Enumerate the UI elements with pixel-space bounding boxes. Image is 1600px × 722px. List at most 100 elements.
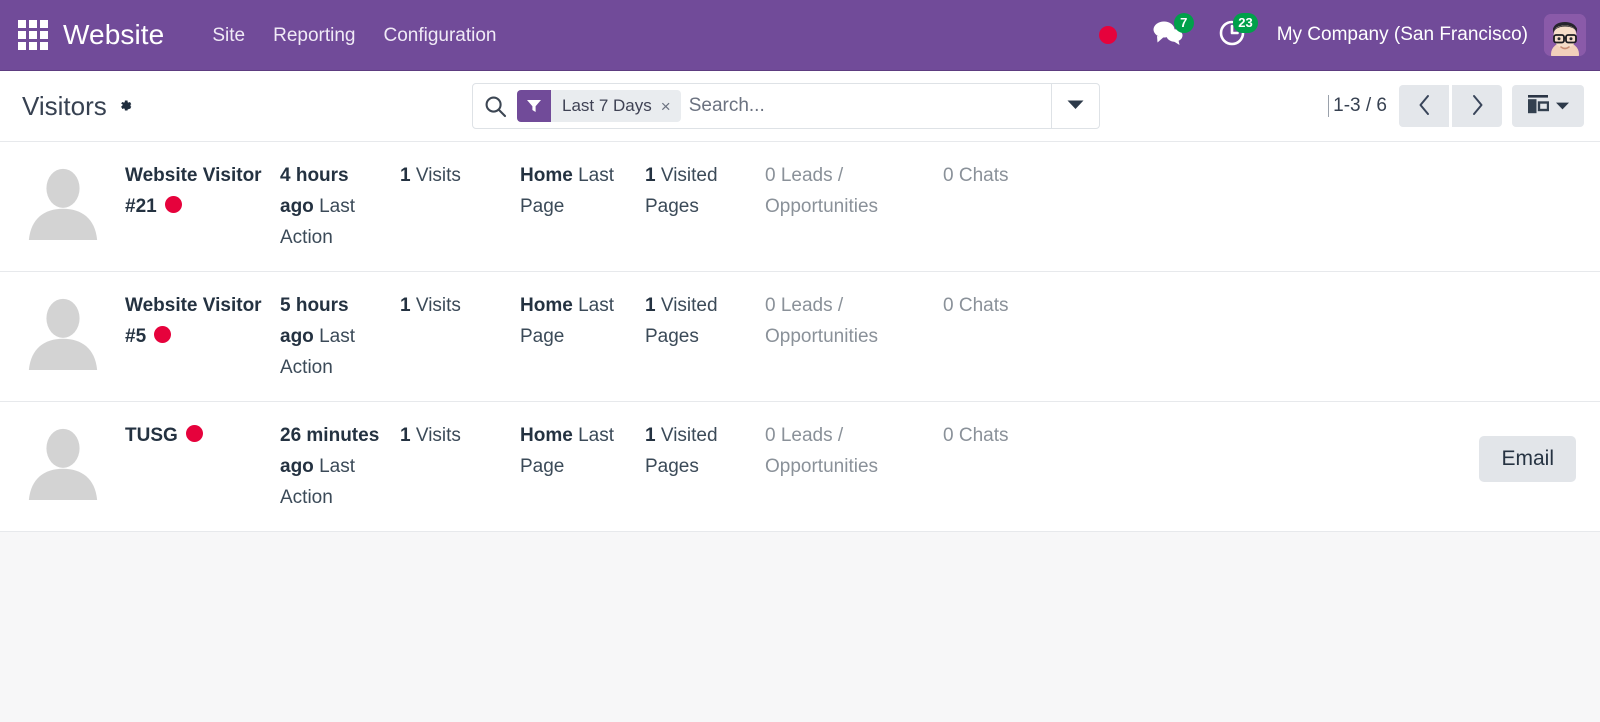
visited-pages-value: 1 xyxy=(645,425,656,446)
activities-button[interactable]: 23 xyxy=(1207,13,1258,55)
search-icon xyxy=(473,95,517,118)
menu-item-site[interactable]: Site xyxy=(198,18,259,53)
pager-next-button[interactable] xyxy=(1452,85,1502,127)
visitor-placeholder-avatar xyxy=(0,290,125,370)
email-button[interactable]: Email xyxy=(1479,436,1576,482)
chats-cell: 0 Chats xyxy=(943,290,1063,321)
visits-value: 1 xyxy=(400,165,411,186)
navbar-right-group: 7 23 My Company (San Francisco) xyxy=(1098,13,1586,56)
table-row[interactable]: Website Visitor #5 5 hours ago Last Acti… xyxy=(0,272,1600,402)
app-brand-website[interactable]: Website xyxy=(63,21,164,49)
visits-cell: 1 Visits xyxy=(400,420,520,451)
leads-value: 0 xyxy=(765,295,776,316)
chats-cell: 0 Chats xyxy=(943,420,1063,451)
visited-pages-label: Visited Pages xyxy=(645,425,718,477)
chats-value: 0 xyxy=(943,295,954,316)
visitor-name: TUSG xyxy=(125,425,178,446)
visitor-name-cell: Website Visitor #21 xyxy=(125,160,280,222)
control-panel: Visitors Last 7 Days × Search... 1-3 / 6 xyxy=(0,71,1600,142)
chats-label: Chats xyxy=(958,165,1009,186)
row-actions: Email xyxy=(1479,420,1584,482)
leads-value: 0 xyxy=(765,425,776,446)
list-empty-area xyxy=(0,532,1600,622)
chevron-right-icon xyxy=(1470,94,1485,119)
control-panel-right: 1-3 / 6 xyxy=(1328,85,1584,127)
leads-label: Leads / Opportunities xyxy=(765,295,879,347)
last-page-cell: Home Last Page xyxy=(520,290,645,352)
visited-pages-cell: 1 Visited Pages xyxy=(645,160,765,222)
menu-item-configuration[interactable]: Configuration xyxy=(369,18,510,53)
breadcrumb: Visitors xyxy=(22,91,137,122)
avatar[interactable] xyxy=(1544,14,1586,56)
pager-range[interactable]: 1-3 / 6 xyxy=(1328,95,1399,117)
caret-down-icon xyxy=(1556,97,1569,115)
last-page-cell: Home Last Page xyxy=(520,160,645,222)
visited-pages-label: Visited Pages xyxy=(645,165,718,217)
table-row[interactable]: TUSG 26 minutes ago Last Action 1 Visits… xyxy=(0,402,1600,532)
visitor-name: Website Visitor #5 xyxy=(125,295,262,347)
visitors-list: Website Visitor #21 4 hours ago Last Act… xyxy=(0,142,1600,532)
view-switcher[interactable] xyxy=(1512,85,1584,127)
menu-item-reporting[interactable]: Reporting xyxy=(259,18,369,53)
company-switcher[interactable]: My Company (San Francisco) xyxy=(1277,24,1528,46)
leads-cell: 0 Leads / Opportunities xyxy=(765,420,943,482)
last-page-cell: Home Last Page xyxy=(520,420,645,482)
last-action-cell: 5 hours ago Last Action xyxy=(280,290,400,383)
visited-pages-value: 1 xyxy=(645,295,656,316)
kanban-view-icon xyxy=(1527,94,1550,119)
gear-icon[interactable] xyxy=(117,96,137,116)
leads-value: 0 xyxy=(765,165,776,186)
last-page-value: Home xyxy=(520,425,573,446)
apps-grid-icon[interactable] xyxy=(18,20,48,50)
search-input[interactable] xyxy=(688,91,1051,121)
last-page-value: Home xyxy=(520,165,573,186)
visited-pages-cell: 1 Visited Pages xyxy=(645,420,765,482)
facet-remove-icon[interactable]: × xyxy=(661,98,681,115)
last-action-cell: 4 hours ago Last Action xyxy=(280,160,400,253)
chats-label: Chats xyxy=(958,425,1009,446)
visitor-placeholder-avatar xyxy=(0,420,125,500)
connected-status-icon xyxy=(185,425,203,442)
leads-cell: 0 Leads / Opportunities xyxy=(765,160,943,222)
visitor-name: Website Visitor #21 xyxy=(125,165,262,217)
messages-button[interactable]: 7 xyxy=(1143,13,1194,55)
top-navbar: Website Site Reporting Configuration 7 2… xyxy=(0,0,1600,71)
last-page-value: Home xyxy=(520,295,573,316)
chats-value: 0 xyxy=(943,425,954,446)
last-action-cell: 26 minutes ago Last Action xyxy=(280,420,400,513)
activities-badge: 23 xyxy=(1233,13,1258,33)
row-actions xyxy=(1576,160,1584,176)
visitor-name-cell: TUSG xyxy=(125,420,280,451)
chats-label: Chats xyxy=(958,295,1009,316)
leads-label: Leads / Opportunities xyxy=(765,165,879,217)
visits-label: Visits xyxy=(415,295,461,316)
visited-pages-label: Visited Pages xyxy=(645,295,718,347)
leads-cell: 0 Leads / Opportunities xyxy=(765,290,943,352)
visited-pages-value: 1 xyxy=(645,165,656,186)
chevron-left-icon xyxy=(1417,94,1432,119)
visitor-placeholder-avatar xyxy=(0,160,125,240)
search-facet-last-7-days[interactable]: Last 7 Days × xyxy=(517,90,681,122)
connected-status-icon xyxy=(154,326,172,343)
row-actions xyxy=(1576,290,1584,306)
search-view: Last 7 Days × xyxy=(472,83,1100,129)
chats-value: 0 xyxy=(943,165,954,186)
connected-status-icon xyxy=(164,196,182,213)
visited-pages-cell: 1 Visited Pages xyxy=(645,290,765,352)
visits-label: Visits xyxy=(415,425,461,446)
visits-cell: 1 Visits xyxy=(400,290,520,321)
record-dot-icon[interactable] xyxy=(1098,26,1117,44)
visits-value: 1 xyxy=(400,295,411,316)
visits-cell: 1 Visits xyxy=(400,160,520,191)
facet-label: Last 7 Days xyxy=(562,96,652,115)
table-row[interactable]: Website Visitor #21 4 hours ago Last Act… xyxy=(0,142,1600,272)
search-dropdown-toggle[interactable] xyxy=(1051,84,1099,128)
pager-previous-button[interactable] xyxy=(1399,85,1449,127)
filter-icon xyxy=(517,90,551,122)
messages-badge: 7 xyxy=(1173,13,1194,33)
visitor-name-cell: Website Visitor #5 xyxy=(125,290,280,352)
page-title: Visitors xyxy=(22,90,107,121)
visits-label: Visits xyxy=(415,165,461,186)
chats-cell: 0 Chats xyxy=(943,160,1063,191)
leads-label: Leads / Opportunities xyxy=(765,425,879,477)
